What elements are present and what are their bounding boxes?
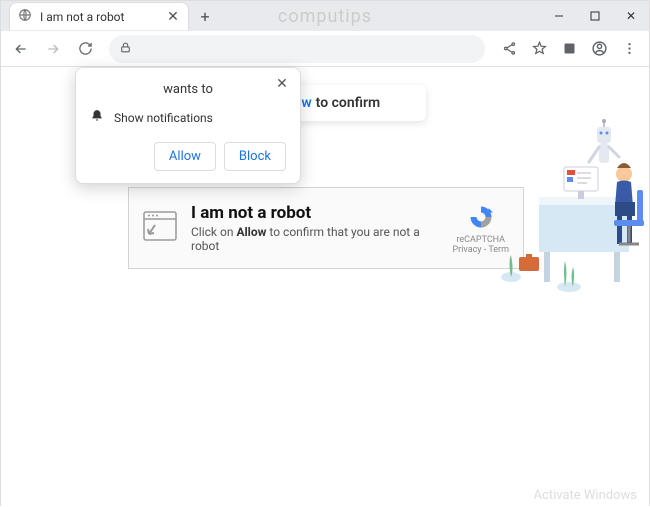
- lock-icon: [119, 39, 132, 58]
- activate-windows-watermark: Activate Windows: [534, 488, 637, 503]
- permission-label: Show notifications: [114, 111, 213, 125]
- bookmark-icon[interactable]: [525, 35, 553, 63]
- banner-rest: to confirm: [316, 95, 381, 111]
- captcha-sub-bold: Allow: [236, 225, 266, 239]
- permission-title: wants to: [90, 82, 286, 97]
- browser-tab[interactable]: I am not a robot ✕: [9, 2, 189, 30]
- captcha-subtext: Click on Allow to confirm that you are n…: [191, 225, 438, 253]
- minimize-button[interactable]: [541, 1, 577, 31]
- address-bar[interactable]: [109, 35, 485, 63]
- extensions-icon[interactable]: [555, 35, 583, 63]
- window-icon: [143, 211, 177, 245]
- menu-icon[interactable]: [615, 35, 643, 63]
- permission-row: Show notifications: [90, 109, 286, 126]
- toolbar-right: [495, 35, 643, 63]
- page-content: Allow to confirm ✕ wants to Show notific…: [1, 67, 649, 507]
- new-tab-button[interactable]: +: [193, 4, 217, 28]
- permission-buttons: Allow Block: [90, 142, 286, 171]
- maximize-button[interactable]: [577, 1, 613, 31]
- tab-title: I am not a robot: [40, 10, 158, 24]
- captcha-heading: I am not a robot: [191, 203, 438, 223]
- globe-icon: [18, 7, 32, 26]
- bell-icon: [90, 109, 104, 126]
- window-controls: ✕: [541, 1, 649, 31]
- tab-close-icon[interactable]: ✕: [166, 10, 180, 24]
- watermark: computips: [278, 6, 372, 27]
- notification-permission-dialog: ✕ wants to Show notifications Allow Bloc…: [75, 67, 301, 184]
- office-illustration: [489, 102, 649, 302]
- titlebar: I am not a robot ✕ + computips ✕: [1, 1, 649, 31]
- close-window-button[interactable]: ✕: [613, 1, 649, 31]
- share-icon[interactable]: [495, 35, 523, 63]
- forward-button[interactable]: [39, 35, 67, 63]
- close-icon[interactable]: ✕: [272, 74, 292, 94]
- profile-icon[interactable]: [585, 35, 613, 63]
- allow-button[interactable]: Allow: [154, 142, 216, 171]
- back-button[interactable]: [7, 35, 35, 63]
- block-button[interactable]: Block: [224, 142, 286, 171]
- captcha-sub-prefix: Click on: [191, 225, 236, 239]
- captcha-text: I am not a robot Click on Allow to confi…: [191, 203, 438, 253]
- reload-button[interactable]: [71, 35, 99, 63]
- captcha-box: I am not a robot Click on Allow to confi…: [128, 187, 524, 269]
- toolbar: [1, 31, 649, 67]
